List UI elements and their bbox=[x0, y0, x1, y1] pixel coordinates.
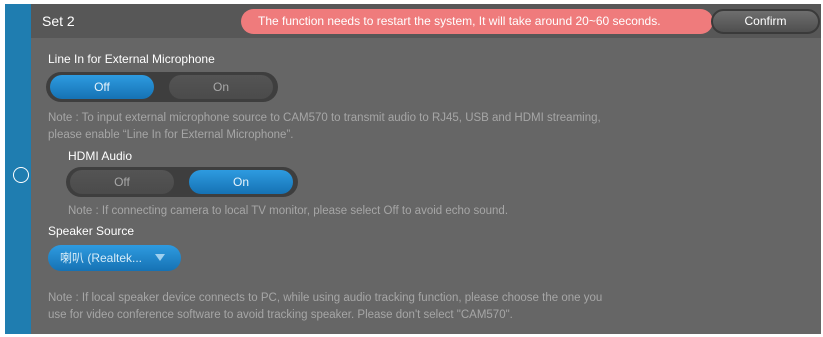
radio-circle-icon[interactable] bbox=[13, 167, 29, 183]
speaker-source-label: Speaker Source bbox=[48, 224, 135, 238]
settings-panel: Set 2 The function needs to restart the … bbox=[31, 4, 821, 334]
speaker-source-note: Note : If local speaker device connects … bbox=[48, 290, 602, 324]
line-in-label: Line In for External Microphone bbox=[48, 52, 215, 66]
speaker-source-dropdown[interactable]: 喇叭 (Realtek... bbox=[48, 245, 181, 271]
hdmi-audio-note: Note : If connecting camera to local TV … bbox=[68, 205, 509, 217]
line-in-note: Note : To input external microphone sour… bbox=[48, 110, 601, 144]
hdmi-audio-toggle[interactable]: Off On bbox=[66, 167, 298, 197]
restart-warning-banner: The function needs to restart the system… bbox=[241, 9, 713, 34]
hdmi-audio-off-option[interactable]: Off bbox=[70, 170, 174, 194]
confirm-button[interactable]: Confirm bbox=[711, 9, 820, 34]
line-in-toggle[interactable]: Off On bbox=[46, 72, 278, 102]
speaker-source-note-line2: use for video conference software to avo… bbox=[48, 309, 513, 321]
line-in-note-line2: please enable “Line In for External Micr… bbox=[48, 129, 294, 141]
settings-frame: Set 2 The function needs to restart the … bbox=[0, 0, 823, 337]
speaker-source-value: 喇叭 (Realtek... bbox=[60, 251, 143, 265]
hdmi-audio-label: HDMI Audio bbox=[68, 149, 133, 163]
line-in-note-line1: Note : To input external microphone sour… bbox=[48, 112, 601, 124]
line-in-on-option[interactable]: On bbox=[169, 75, 273, 99]
panel-header: Set 2 The function needs to restart the … bbox=[31, 4, 821, 38]
speaker-source-note-line1: Note : If local speaker device connects … bbox=[48, 292, 603, 304]
hdmi-audio-on-option[interactable]: On bbox=[189, 170, 293, 194]
left-rail bbox=[5, 4, 31, 334]
line-in-off-option[interactable]: Off bbox=[50, 75, 154, 99]
dropdown-arrow-icon bbox=[155, 254, 165, 261]
set-title: Set 2 bbox=[42, 13, 75, 29]
